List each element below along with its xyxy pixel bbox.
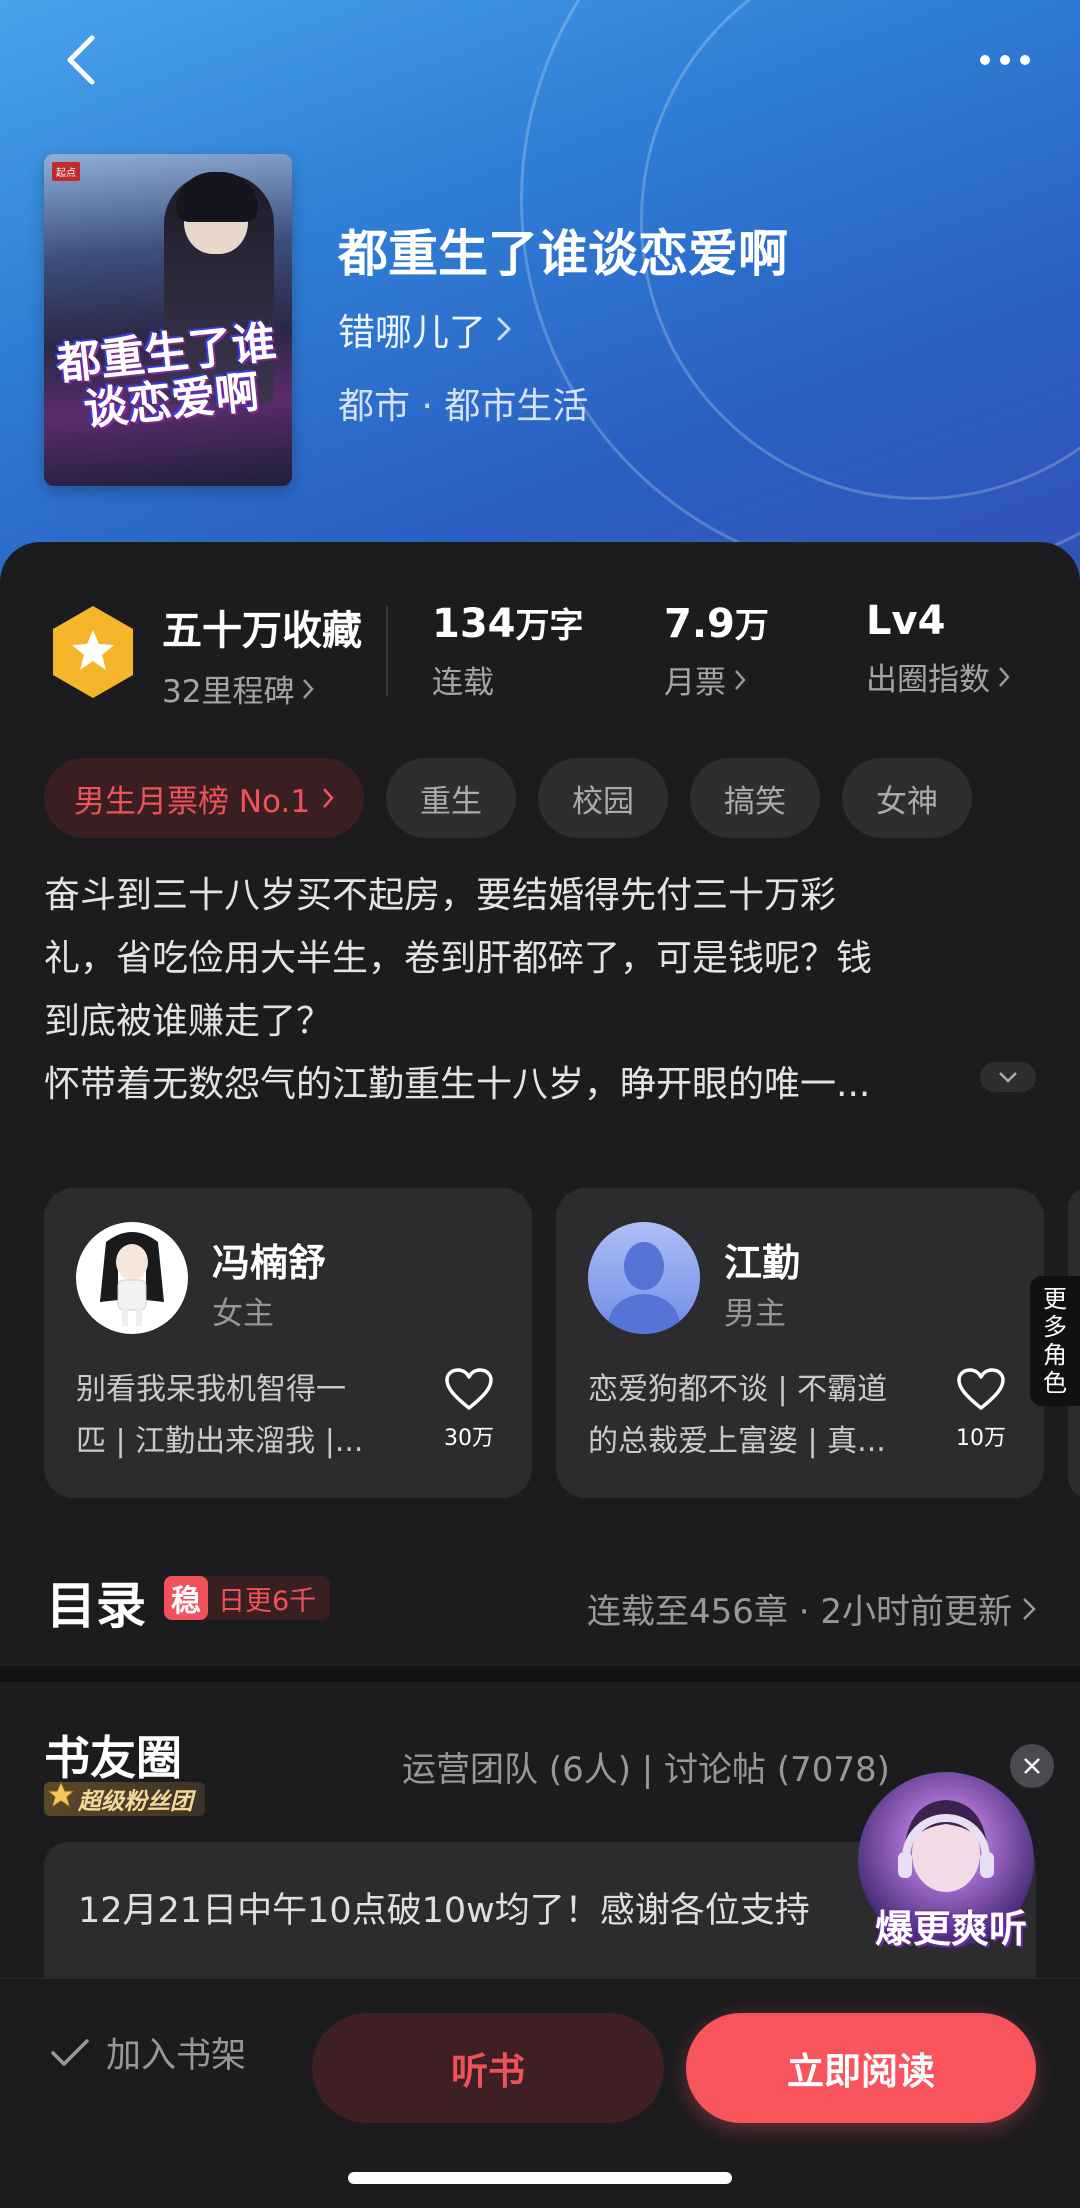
role-intro-line: 恋爱狗都不谈 | 不霸道: [588, 1372, 888, 1407]
author-link[interactable]: 错哪儿了: [338, 302, 512, 356]
more-roles-char: 角: [1043, 1341, 1067, 1369]
avatar: [588, 1222, 700, 1334]
stat-words: 134万字 连载: [432, 598, 584, 702]
promo-text: 爆更爽听: [874, 1907, 1027, 1951]
milestone-star-icon: [53, 606, 133, 698]
role-type: 女主: [212, 1296, 274, 1332]
tag-list: 男生月票榜 No.1 重生 校园 搞笑 女神: [44, 758, 973, 838]
like-count: 10万: [956, 1426, 1006, 1451]
chevron-right-icon: [323, 788, 334, 808]
more-button[interactable]: [970, 30, 1040, 90]
expand-description-button[interactable]: [980, 1062, 1036, 1092]
role-type: 男主: [724, 1296, 786, 1332]
check-icon: [51, 2038, 89, 2066]
read-now-button[interactable]: 立即阅读: [686, 2013, 1036, 2123]
role-name: 冯楠舒: [212, 1241, 327, 1285]
words-value: 134: [432, 601, 516, 647]
author-name: 错哪儿了: [338, 311, 486, 354]
tickets-label: 月票: [664, 665, 726, 701]
role-intro: 别看我呆我机智得一 匹 | 江勤出来溜我 |...: [76, 1364, 406, 1468]
book-detail-panel: 五十万收藏 32里程碑 134万字 连载 7.9万 月票 Lv4 出圈指数 男生…: [0, 542, 1080, 1682]
stable-text: 日更6千: [218, 1585, 317, 1617]
role-intro-line: 匹 | 江勤出来溜我 |...: [76, 1424, 364, 1459]
tickets-unit: 万: [734, 606, 769, 646]
description-line: 到底被谁赚走了？: [44, 1001, 333, 1042]
role-card[interactable]: 江勤 男主 恋爱狗都不谈 | 不霸道 的总裁爱上富婆 | 真... 10万: [556, 1188, 1044, 1498]
role-list: 冯楠舒 女主 别看我呆我机智得一 匹 | 江勤出来溜我 |... 30万 江勤 …: [44, 1188, 1080, 1498]
catalog-update-status: 连载至456章 · 2小时前更新: [587, 1592, 1012, 1632]
close-promo-button[interactable]: [1010, 1744, 1054, 1788]
level-value: Lv4: [866, 598, 946, 644]
description-line: 奋斗到三十八岁买不起房，要结婚得先付三十万彩: [44, 875, 837, 916]
collect-value: 五十万收藏: [162, 608, 362, 654]
book-description[interactable]: 奋斗到三十八岁买不起房，要结婚得先付三十万彩 礼，省吃俭用大半生，卷到肝都碎了，…: [44, 864, 1034, 1116]
tag-item[interactable]: 校园: [538, 758, 669, 838]
like-button[interactable]: 10万: [946, 1368, 1016, 1452]
book-title: 都重生了谁谈恋爱啊: [338, 225, 788, 283]
tag-item[interactable]: 搞笑: [690, 758, 821, 838]
update-badge: 稳 日更6千: [164, 1576, 331, 1620]
fan-club-label: 超级粉丝团: [78, 1789, 193, 1815]
level-label: 出圈指数: [866, 662, 990, 698]
more-roles-char: 更: [1043, 1285, 1067, 1313]
audio-promo-widget[interactable]: 爆更爽听: [858, 1762, 1038, 1951]
role-card[interactable]: 冯楠舒 女主 别看我呆我机智得一 匹 | 江勤出来溜我 |... 30万: [44, 1188, 532, 1498]
role-intro-line: 别看我呆我机智得一: [76, 1372, 346, 1407]
publisher-logo: 起点: [52, 162, 80, 181]
role-intro-line: 的总裁爱上富婆 | 真...: [588, 1424, 886, 1459]
catalog-row[interactable]: 目录 稳 日更6千 连载至456章 · 2小时前更新: [0, 1546, 1080, 1646]
catalog-title: 目录: [46, 1577, 146, 1635]
chevron-down-icon: [999, 1072, 1017, 1083]
more-roles-button[interactable]: 更 多 角 色: [1030, 1276, 1080, 1406]
more-roles-char: 多: [1043, 1313, 1067, 1341]
heart-icon: [957, 1368, 1005, 1410]
book-circle-title: 书友圈: [44, 1731, 182, 1785]
heart-icon: [445, 1368, 493, 1410]
collect-label: 32里程碑: [162, 674, 295, 710]
tickets-value: 7.9: [664, 601, 735, 647]
tag-item[interactable]: 重生: [386, 758, 517, 838]
rank-tag[interactable]: 男生月票榜 No.1: [44, 758, 365, 838]
chevron-right-icon: [303, 678, 315, 699]
stat-level[interactable]: Lv4 出圈指数: [866, 598, 1010, 699]
post-text: 12月21日中午10点破10w均了！感谢各位支持: [78, 1891, 810, 1931]
rank-tag-label: 男生月票榜 No.1: [74, 783, 311, 820]
like-count: 30万: [444, 1426, 494, 1451]
add-to-shelf-button[interactable]: 加入书架: [50, 2027, 246, 2078]
description-line: 怀带着无数怨气的江勤重生十八岁，睁开眼的唯一...: [44, 1064, 871, 1105]
book-circle-meta[interactable]: 运营团队 (6人) | 讨论帖 (7078): [402, 1742, 890, 1791]
chevron-right-icon: [735, 669, 746, 690]
star-icon: [46, 1780, 76, 1809]
cover-title-art: 都重生了谁谈恋爱啊: [54, 316, 279, 436]
home-indicator[interactable]: [348, 2172, 732, 2184]
book-cover[interactable]: 起点 都重生了谁谈恋爱啊: [44, 154, 292, 486]
close-icon: [1024, 1758, 1040, 1774]
fan-club-badge[interactable]: 超级粉丝团: [44, 1780, 205, 1816]
add-to-shelf-label: 加入书架: [106, 2036, 247, 2076]
chevron-right-icon: [1023, 1597, 1036, 1620]
stable-mark: 稳: [164, 1576, 208, 1620]
stat-collect[interactable]: 五十万收藏 32里程碑: [162, 598, 362, 711]
more-roles-char: 色: [1043, 1369, 1067, 1397]
role-intro: 恋爱狗都不谈 | 不霸道 的总裁爱上富婆 | 真...: [588, 1364, 918, 1468]
like-button[interactable]: 30万: [434, 1368, 504, 1452]
section-divider: [0, 1666, 1080, 1682]
book-header: 起点 都重生了谁谈恋爱啊 都重生了谁谈恋爱啊 错哪儿了 都市 · 都市生活: [0, 0, 1080, 600]
more-dots-icon: [980, 55, 1030, 65]
book-genre: 都市 · 都市生活: [338, 386, 589, 427]
tag-item[interactable]: 女神: [842, 758, 973, 838]
words-label: 连载: [432, 665, 494, 701]
stat-tickets[interactable]: 7.9万 月票: [664, 598, 769, 702]
words-unit: 万字: [515, 606, 584, 646]
back-button[interactable]: [50, 28, 114, 92]
stat-divider: [386, 606, 388, 696]
chevron-left-icon: [67, 35, 95, 85]
listen-button[interactable]: 听书: [312, 2013, 664, 2123]
description-line: 礼，省吃俭用大半生，卷到肝都碎了，可是钱呢？钱: [44, 938, 873, 979]
chevron-right-icon: [497, 317, 511, 341]
role-name: 江勤: [724, 1241, 801, 1285]
chevron-right-icon: [999, 666, 1010, 687]
avatar: [76, 1222, 188, 1334]
